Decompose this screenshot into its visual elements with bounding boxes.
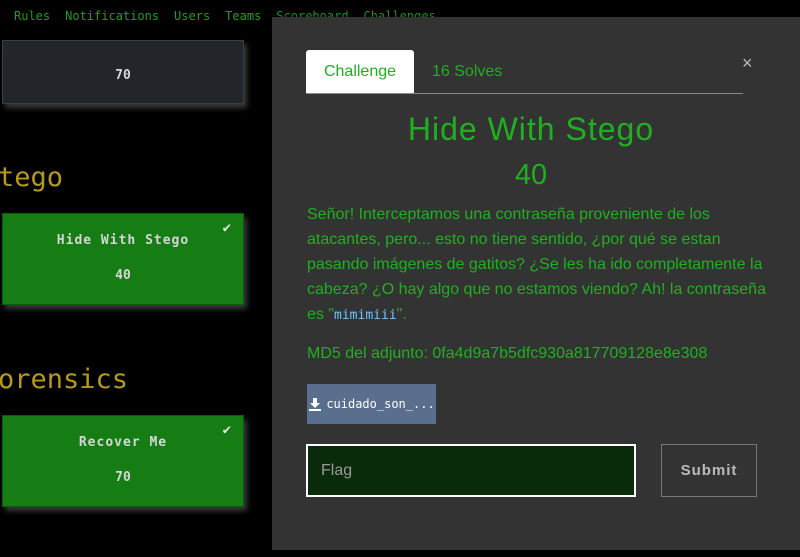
- attachment-md5: MD5 del adjunto: 0fa4d9a7b5dfc930a817709…: [307, 345, 708, 362]
- description-end: ".: [396, 306, 407, 323]
- description-text: Señor! Interceptamos una contraseña prov…: [307, 206, 766, 323]
- tab-challenge[interactable]: Challenge: [306, 50, 414, 93]
- file-name: cuidado_son_...: [326, 397, 435, 411]
- flag-input[interactable]: [306, 444, 636, 497]
- nav-teams[interactable]: Teams: [225, 9, 261, 23]
- challenge-card-hide-with-stego[interactable]: ✔ Hide With Stego 40: [2, 213, 244, 305]
- challenge-card-name: Hide With Stego: [56, 233, 190, 248]
- category-title: orensics: [0, 364, 129, 395]
- solved-check-icon: ✔: [222, 220, 231, 236]
- challenge-card-name: Recover Me: [78, 435, 168, 450]
- challenge-card-value: 70: [115, 470, 131, 485]
- submit-button[interactable]: Submit: [661, 444, 757, 497]
- download-icon: [309, 398, 322, 411]
- download-file-button[interactable]: cuidado_son_...: [307, 384, 436, 424]
- challenge-card-value: 40: [115, 268, 131, 283]
- nav-rules[interactable]: Rules: [14, 9, 50, 23]
- challenge-modal: × Challenge 16 Solves Hide With Stego 40…: [272, 17, 800, 550]
- nav-users[interactable]: Users: [174, 9, 210, 23]
- nav-notifications[interactable]: Notifications: [65, 9, 159, 23]
- close-icon[interactable]: ×: [742, 53, 753, 74]
- modal-tabs: Challenge 16 Solves: [306, 50, 743, 94]
- challenge-description: Señor! Interceptamos una contraseña prov…: [307, 202, 767, 328]
- solved-check-icon: ✔: [222, 422, 231, 438]
- tab-solves[interactable]: 16 Solves: [432, 50, 502, 93]
- challenge-card[interactable]: 70: [2, 40, 244, 104]
- category-title: tego: [0, 162, 64, 193]
- challenge-value: 40: [514, 159, 548, 191]
- password-code: mimimiii: [334, 308, 397, 323]
- challenge-card-recover-me[interactable]: ✔ Recover Me 70: [2, 415, 244, 507]
- challenge-name: Hide With Stego: [407, 111, 655, 147]
- challenge-card-value: 70: [115, 68, 131, 83]
